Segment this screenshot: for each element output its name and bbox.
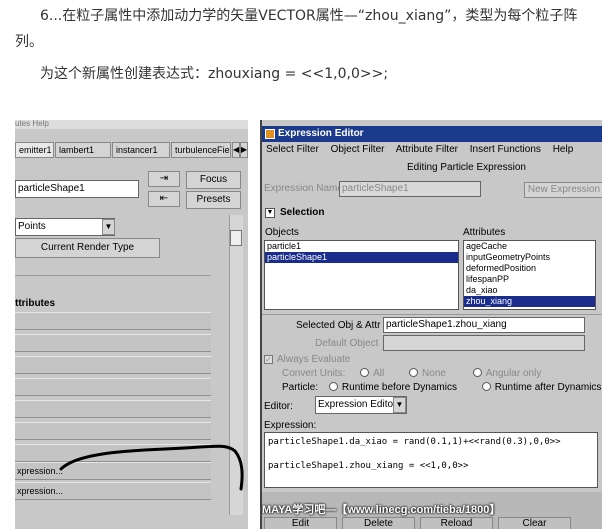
- watermark: MAYA学习吧—【www.linecg.com/tieba/1800】: [262, 504, 501, 516]
- radio-none-icon[interactable]: [409, 368, 419, 377]
- tab-scroll-right-icon[interactable]: ▶: [240, 142, 248, 158]
- editor-label: Editor:: [264, 401, 293, 412]
- attribute-item[interactable]: da_xiao: [464, 285, 595, 296]
- load-input-icon[interactable]: ⇤: [148, 191, 180, 207]
- reload-button[interactable]: Reload: [420, 517, 493, 529]
- selected-obj-attr-field[interactable]: particleShape1.zhou_xiang: [383, 317, 585, 333]
- editor-chevron-down-icon[interactable]: ▼: [393, 397, 406, 413]
- menu-select-filter[interactable]: Select Filter: [266, 144, 319, 155]
- attribute-item-selected[interactable]: zhou_xiang: [464, 296, 595, 307]
- radio-runtime-before-icon[interactable]: [328, 382, 338, 391]
- chevron-down-icon[interactable]: ▼: [102, 219, 115, 235]
- node-name-field[interactable]: particleShape1: [15, 180, 139, 198]
- expression-name-field[interactable]: particleShape1: [339, 181, 481, 197]
- runtime-after-label: Runtime after Dynamics: [494, 382, 602, 393]
- current-render-type-button[interactable]: Current Render Type: [15, 238, 160, 258]
- render-type-select[interactable]: Points: [15, 218, 115, 236]
- convert-units-row: Convert Units: All None Angular only: [282, 368, 541, 379]
- render-type-value: Points: [18, 221, 46, 232]
- editor-type-value: Expression Editor: [318, 399, 397, 410]
- new-expression-button[interactable]: New Expression: [524, 182, 602, 198]
- menu-object-filter[interactable]: Object Filter: [331, 144, 385, 155]
- attribute-slot[interactable]: [15, 356, 211, 374]
- focus-button[interactable]: Focus: [186, 171, 241, 189]
- menu-bar-fragment: utes Help: [15, 120, 248, 129]
- always-evaluate-label: Always Evaluate: [277, 354, 351, 365]
- attribute-slot[interactable]: [15, 334, 211, 352]
- radio-runtime-after-icon[interactable]: [481, 382, 491, 391]
- objects-label: Objects: [265, 227, 299, 238]
- default-object-field[interactable]: [383, 335, 585, 351]
- selected-obj-attr-label: Selected Obj & Attr: [296, 320, 381, 331]
- expression-text-area[interactable]: particleShape1.da_xiao = rand(0.1,1)+<<r…: [264, 432, 598, 488]
- tab-emitter1[interactable]: emitter1: [15, 142, 54, 158]
- attribute-item[interactable]: deformedPosition: [464, 263, 595, 274]
- attribute-slot[interactable]: [15, 378, 211, 396]
- menu-attribute-filter[interactable]: Attribute Filter: [396, 144, 458, 155]
- window-title: Expression Editor: [278, 128, 364, 139]
- units-angular-label: Angular only: [485, 368, 542, 379]
- attributes-header: ttributes: [15, 298, 55, 309]
- expression-instruction: 为这个新属性创建表达式：zhouxiang = <<1,0,0>>;: [40, 66, 389, 82]
- presets-button[interactable]: Presets: [186, 191, 241, 209]
- load-output-icon[interactable]: ⇥: [148, 171, 180, 187]
- attributes-list[interactable]: ageCache inputGeometryPoints deformedPos…: [463, 240, 596, 310]
- divider: [262, 314, 602, 315]
- edit-button[interactable]: Edit: [264, 517, 337, 529]
- expression-editor-window: Expression Editor Select Filter Object F…: [260, 120, 602, 529]
- convert-units-label: Convert Units:: [282, 368, 346, 379]
- radio-angular-icon[interactable]: [472, 368, 482, 377]
- attribute-slot[interactable]: [15, 400, 211, 418]
- checkbox-icon[interactable]: ✓: [264, 355, 273, 364]
- object-item[interactable]: particle1: [265, 241, 458, 252]
- delete-button[interactable]: Delete: [342, 517, 415, 529]
- objects-list[interactable]: particle1 particleShape1: [264, 240, 459, 310]
- editor-subtitle: Editing Particle Expression: [407, 162, 526, 173]
- runtime-before-label: Runtime before Dynamics: [341, 382, 457, 393]
- units-all-label: All: [373, 368, 385, 379]
- annotation-stroke: [59, 444, 244, 491]
- attribute-item[interactable]: inputGeometryPoints: [464, 252, 595, 263]
- selection-header: Selection: [280, 207, 325, 218]
- menu-help[interactable]: Help: [553, 144, 574, 155]
- code-line-2: particleShape1.zhou_xiang = <<1,0,0>>: [268, 461, 469, 471]
- object-item-selected[interactable]: particleShape1: [265, 252, 458, 263]
- attribute-slot[interactable]: [15, 312, 211, 330]
- collapse-arrow-icon[interactable]: ▼: [265, 208, 275, 218]
- attribute-item[interactable]: lifespanPP: [464, 274, 595, 285]
- menu-insert-functions[interactable]: Insert Functions: [470, 144, 541, 155]
- section-divider: [15, 262, 211, 276]
- attribute-item[interactable]: ageCache: [464, 241, 595, 252]
- tab-lambert1[interactable]: lambert1: [55, 142, 111, 158]
- expression-label: Expression:: [264, 420, 317, 431]
- maya-app-icon: [265, 129, 275, 139]
- attributes-label: Attributes: [463, 227, 506, 238]
- particle-label: Particle:: [282, 382, 319, 393]
- step-text: 6...在粒子属性中添加动力学的矢量VECTOR属性—“zhou_xiang”，…: [40, 8, 578, 24]
- step-text-continued: 列。: [15, 34, 43, 50]
- always-evaluate-row[interactable]: ✓ Always Evaluate: [264, 354, 350, 365]
- tab-turbulencefield1[interactable]: turbulenceField1: [171, 142, 231, 158]
- scrollbar-thumb[interactable]: [230, 230, 242, 246]
- code-line-1: particleShape1.da_xiao = rand(0.1,1)+<<r…: [268, 437, 561, 447]
- title-bar: Expression Editor: [262, 126, 602, 142]
- expression-name-label: Expression Name: [264, 183, 343, 194]
- clear-button[interactable]: Clear: [498, 517, 571, 529]
- units-none-label: None: [422, 368, 446, 379]
- particle-mode-row: Particle: Runtime before Dynamics Runtim…: [282, 382, 601, 393]
- tab-scroll-left-icon[interactable]: ◀: [232, 142, 240, 158]
- default-object-label: Default Object: [315, 338, 379, 349]
- menu-bar: Select Filter Object Filter Attribute Fi…: [266, 144, 582, 155]
- tab-instancer1[interactable]: instancer1: [112, 142, 170, 158]
- radio-all-icon[interactable]: [360, 368, 370, 377]
